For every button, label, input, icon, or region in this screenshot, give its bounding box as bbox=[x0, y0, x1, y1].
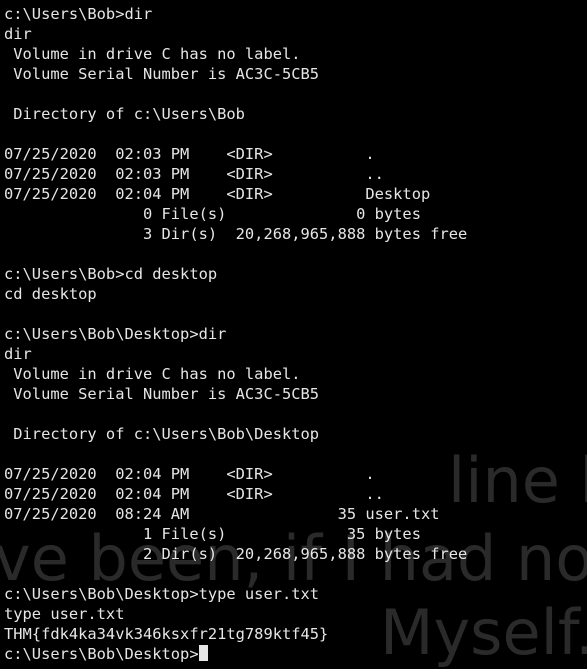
terminal-window[interactable]: line how "normal" ve been, if I had not … bbox=[0, 0, 587, 669]
output-line: 07/25/2020 02:04 PM <DIR> Desktop bbox=[4, 185, 431, 203]
output-line: Directory of c:\Users\Bob\Desktop bbox=[4, 425, 320, 443]
output-line: c:\Users\Bob>dir bbox=[4, 5, 153, 23]
output-line: c:\Users\Bob>cd desktop bbox=[4, 265, 218, 283]
output-line: THM{fdk4ka34vk346ksxfr21tg789ktf45} bbox=[4, 625, 329, 643]
output-line: 07/25/2020 08:24 AM 35 user.txt bbox=[4, 505, 440, 523]
output-line: 1 File(s) 35 bytes bbox=[4, 525, 421, 543]
prompt-text: c:\Users\Bob\Desktop> bbox=[4, 645, 199, 663]
output-line: 07/25/2020 02:04 PM <DIR> .. bbox=[4, 485, 384, 503]
output-line: Volume Serial Number is AC3C-5CB5 bbox=[4, 385, 320, 403]
output-line: dir bbox=[4, 345, 32, 363]
output-line: cd desktop bbox=[4, 285, 97, 303]
output-line: 07/25/2020 02:03 PM <DIR> .. bbox=[4, 165, 384, 183]
command-prompt-line[interactable]: c:\Users\Bob\Desktop> bbox=[4, 644, 587, 664]
output-line: c:\Users\Bob\Desktop>type user.txt bbox=[4, 585, 320, 603]
output-line: Directory of c:\Users\Bob bbox=[4, 105, 245, 123]
output-line: Volume Serial Number is AC3C-5CB5 bbox=[4, 65, 320, 83]
output-line: Volume in drive C has no label. bbox=[4, 45, 301, 63]
terminal-output: c:\Users\Bob>dir dir Volume in drive C h… bbox=[0, 0, 587, 664]
output-line: 07/25/2020 02:04 PM <DIR> . bbox=[4, 465, 375, 483]
output-line: 3 Dir(s) 20,268,965,888 bytes free bbox=[4, 225, 468, 243]
output-line: dir bbox=[4, 25, 32, 43]
output-line: type user.txt bbox=[4, 605, 125, 623]
output-line: Volume in drive C has no label. bbox=[4, 365, 301, 383]
output-line: 2 Dir(s) 20,268,965,888 bytes free bbox=[4, 545, 468, 563]
output-line: c:\Users\Bob\Desktop>dir bbox=[4, 325, 227, 343]
output-line: 07/25/2020 02:03 PM <DIR> . bbox=[4, 145, 375, 163]
text-cursor bbox=[198, 645, 208, 661]
output-line: 0 File(s) 0 bytes bbox=[4, 205, 421, 223]
